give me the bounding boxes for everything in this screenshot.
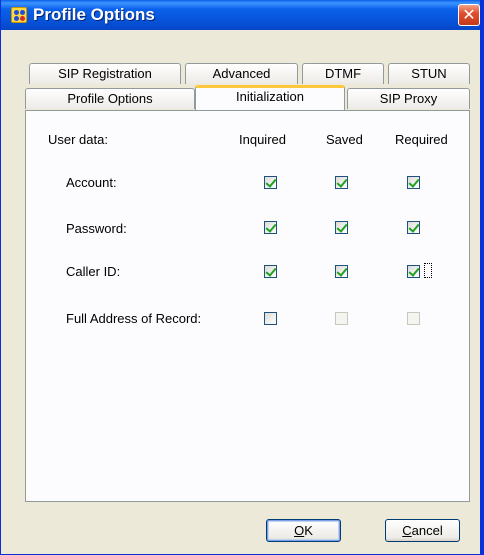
column-header-inquired: Inquired [239, 132, 286, 147]
caller-id-inquired-checkbox[interactable] [264, 265, 277, 278]
ok-mnemonic: O [294, 523, 305, 538]
tab-stun[interactable]: STUN [388, 63, 470, 84]
password-inquired-checkbox[interactable] [264, 221, 277, 234]
account-inquired-checkbox[interactable] [264, 176, 277, 189]
column-header-required: Required [395, 132, 448, 147]
password-saved-checkbox[interactable] [335, 221, 348, 234]
full-address-required-checkbox [407, 312, 420, 325]
password-required-checkbox[interactable] [407, 221, 420, 234]
focus-indicator [424, 263, 432, 278]
password-label: Password: [66, 221, 127, 236]
cancel-mnemonic: C [402, 523, 412, 538]
account-saved-checkbox[interactable] [335, 176, 348, 189]
ok-button[interactable]: OK [266, 519, 341, 542]
initialization-panel: User data: Inquired Saved Required Accou… [25, 110, 470, 502]
caller-id-label: Caller ID: [66, 264, 121, 279]
account-required-checkbox[interactable] [407, 176, 420, 189]
window-title: Profile Options [33, 5, 155, 24]
full-address-inquired-checkbox[interactable] [264, 312, 277, 325]
caller-id-saved-checkbox[interactable] [335, 265, 348, 278]
tab-dtmf[interactable]: DTMF [302, 63, 384, 84]
cancel-label-rest: ancel [411, 523, 443, 538]
tab-advanced[interactable]: Advanced [185, 63, 298, 84]
app-icon [11, 7, 27, 23]
tab-initialization[interactable]: Initialization [195, 85, 345, 110]
caller-id-required-checkbox[interactable] [407, 265, 420, 278]
account-label: Account: [66, 175, 117, 190]
column-header-saved: Saved [326, 132, 363, 147]
user-data-label: User data: [48, 132, 108, 147]
cancel-button[interactable]: Cancel [385, 519, 460, 542]
tab-profile-options[interactable]: Profile Options [25, 88, 195, 109]
full-address-saved-checkbox [335, 312, 348, 325]
tab-sip-registration[interactable]: SIP Registration [29, 63, 181, 84]
ok-label-rest: K [304, 523, 313, 538]
close-button[interactable]: ✕ [458, 4, 480, 26]
tab-sip-proxy[interactable]: SIP Proxy [347, 88, 470, 109]
profile-options-dialog: Profile Options ✕ SIP Registration Advan… [0, 0, 484, 555]
full-address-label: Full Address of Record: [66, 311, 202, 326]
title-bar[interactable]: Profile Options ✕ [1, 0, 480, 30]
